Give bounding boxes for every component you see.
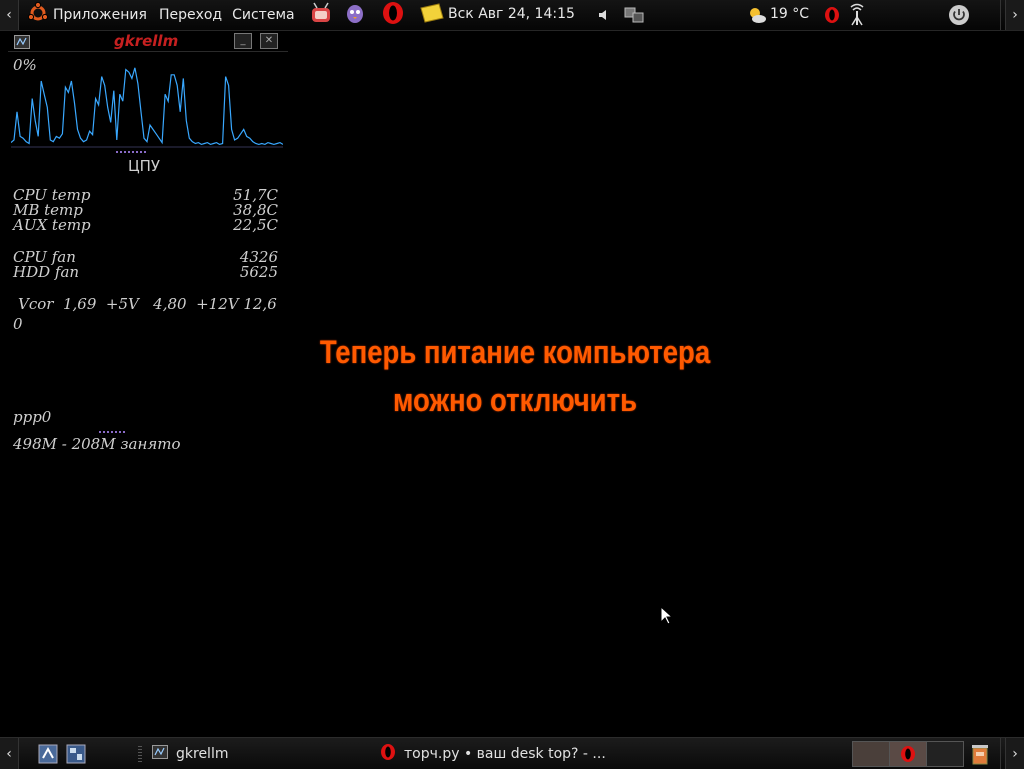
cpu-label: ЦПУ <box>128 157 161 175</box>
minimize-button[interactable]: _ <box>234 33 252 49</box>
cpu-load-series <box>11 67 283 146</box>
trash-icon[interactable] <box>970 743 990 769</box>
task-label: торч.ру • ваш desk top? - ... <box>404 745 606 762</box>
opera-workspace-icon <box>901 746 915 762</box>
workspace-1[interactable] <box>852 741 890 767</box>
voltage-readout: Vcor 1,69 +5V 4,80 +12V 12,6 <box>18 295 277 313</box>
voltage-readout-wrap: 0 <box>13 315 23 333</box>
gkrellm-task-icon <box>152 744 168 763</box>
opera-task-icon <box>380 743 396 765</box>
cpu-load-chart <box>11 67 283 148</box>
sensor-aux-temp: AUX temp 22,5C <box>13 218 278 233</box>
opera-tray-icon[interactable] <box>824 0 840 30</box>
tv-launcher-icon[interactable] <box>309 1 333 29</box>
top-panel-scroll-left-button[interactable]: ‹ <box>0 0 19 30</box>
wireless-signal-icon[interactable] <box>846 0 868 30</box>
show-desktop-icon[interactable] <box>38 744 58 768</box>
sensor-value: 22,5C <box>233 216 278 234</box>
bottom-panel: ‹ gkrellm торч.ру • ваш desk top? - ... … <box>0 737 1024 769</box>
cpu-percent: 0% <box>13 56 37 74</box>
task-gkrellm[interactable]: gkrellm <box>152 738 362 769</box>
shutdown-message: Теперь питание компьютера можно отключит… <box>270 328 760 424</box>
net-interface-label: ppp0 <box>13 408 52 426</box>
net-activity-indicator <box>99 431 125 433</box>
sensor-label: AUX temp <box>13 216 91 234</box>
clock[interactable]: Вск Авг 24, 14:15 <box>448 6 575 22</box>
gkrellm-titlebar[interactable]: gkrellm _ ✕ <box>8 31 288 52</box>
gkrellm-title: gkrellm <box>114 32 179 50</box>
volume-icon[interactable] <box>598 0 610 30</box>
top-panel: ‹ Приложения Переход Система Вск Авг 24,… <box>0 0 1024 31</box>
weather-partly-cloudy-icon[interactable] <box>746 0 768 30</box>
panel-separator <box>1000 738 1001 769</box>
fan-value: 5625 <box>239 263 278 281</box>
bottom-panel-scroll-right-button[interactable]: › <box>1005 738 1024 769</box>
network-manager-icon[interactable] <box>622 0 646 30</box>
pidgin-launcher-icon[interactable] <box>343 1 367 29</box>
workspace-3[interactable] <box>926 741 964 767</box>
weather-temperature[interactable]: 19 °C <box>770 6 809 22</box>
cpu-activity-indicator <box>116 151 148 153</box>
window-list-icon[interactable] <box>66 744 86 768</box>
memory-usage: 498M - 208M занято <box>13 435 181 453</box>
panel-separator <box>1000 0 1001 30</box>
notes-launcher-icon[interactable] <box>419 2 445 28</box>
task-label: gkrellm <box>176 745 229 762</box>
taskbar-drag-handle[interactable] <box>138 746 142 762</box>
shutdown-message-line-2: можно отключить <box>393 382 637 418</box>
fan-hdd: HDD fan 5625 <box>13 265 278 280</box>
shutdown-message-line-1: Теперь питание компьютера <box>319 334 711 370</box>
close-button[interactable]: ✕ <box>260 33 278 49</box>
top-panel-scroll-right-button[interactable]: › <box>1005 0 1024 30</box>
mouse-cursor-icon <box>660 606 674 625</box>
menu-places[interactable]: Переход <box>159 7 222 23</box>
workspace-2[interactable] <box>889 741 927 767</box>
opera-launcher-icon[interactable] <box>381 1 405 29</box>
menu-system[interactable]: Система <box>232 7 294 23</box>
fan-label: HDD fan <box>13 263 80 281</box>
menu-applications[interactable]: Приложения <box>53 7 147 23</box>
gkrellm-app-icon[interactable] <box>14 34 30 53</box>
ubuntu-logo-icon[interactable] <box>27 1 49 28</box>
power-shutdown-icon[interactable] <box>948 0 970 30</box>
gkrellm-window: gkrellm _ ✕ 0% ЦПУ CPU temp 51,7C MB tem… <box>8 31 288 460</box>
bottom-panel-scroll-left-button[interactable]: ‹ <box>0 738 19 769</box>
task-opera[interactable]: торч.ру • ваш desk top? - ... <box>380 738 760 769</box>
